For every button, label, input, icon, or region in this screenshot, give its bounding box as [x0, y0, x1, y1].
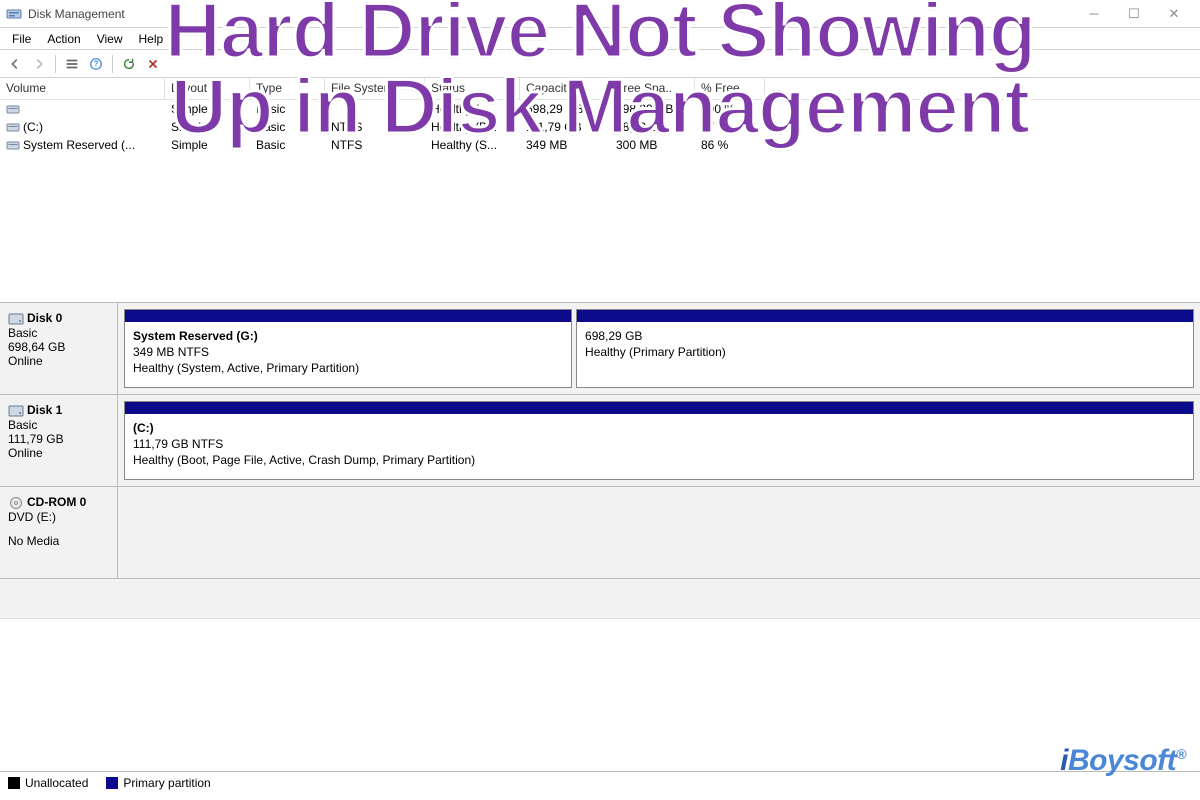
- col-volume[interactable]: Volume: [0, 78, 165, 99]
- menubar: File Action View Help: [0, 28, 1200, 50]
- close-button[interactable]: ✕: [1154, 2, 1194, 26]
- drive-icon: [6, 138, 20, 152]
- col-freespace[interactable]: Free Spa...: [610, 78, 695, 99]
- partition-container: (C:)111,79 GB NTFSHealthy (Boot, Page Fi…: [118, 395, 1200, 486]
- disk-label[interactable]: Disk 0Basic698,64 GBOnline: [0, 303, 118, 394]
- disk-row: Disk 0Basic698,64 GBOnlineSystem Reserve…: [0, 303, 1200, 395]
- partition-header-bar: [125, 402, 1193, 414]
- disk-row: CD-ROM 0DVD (E:)No Media: [0, 487, 1200, 579]
- partition-container: [118, 487, 1200, 578]
- menu-file[interactable]: File: [4, 30, 39, 48]
- maximize-button[interactable]: ☐: [1114, 2, 1154, 26]
- legend-unallocated: Unallocated: [8, 776, 88, 790]
- partition[interactable]: 698,29 GBHealthy (Primary Partition): [576, 309, 1194, 388]
- menu-action[interactable]: Action: [39, 30, 88, 48]
- partition[interactable]: System Reserved (G:)349 MB NTFSHealthy (…: [124, 309, 572, 388]
- legend-primary: Primary partition: [106, 776, 210, 790]
- toolbar-separator: [112, 55, 113, 73]
- volume-row[interactable]: System Reserved (...SimpleBasicNTFSHealt…: [0, 136, 1200, 154]
- refresh-icon[interactable]: [118, 53, 140, 75]
- disk-label[interactable]: Disk 1Basic111,79 GBOnline: [0, 395, 118, 486]
- back-icon[interactable]: [4, 53, 26, 75]
- minimize-button[interactable]: ─: [1074, 2, 1114, 26]
- drive-icon: [6, 120, 20, 134]
- svg-text:?: ?: [94, 59, 99, 68]
- disk-map: Disk 0Basic698,64 GBOnlineSystem Reserve…: [0, 303, 1200, 619]
- drive-icon: [6, 102, 20, 116]
- partition-header-bar: [125, 310, 571, 322]
- volume-list-header: Volume Layout Type File System Status Ca…: [0, 78, 1200, 100]
- window-title: Disk Management: [28, 7, 125, 21]
- volume-list[interactable]: Volume Layout Type File System Status Ca…: [0, 78, 1200, 303]
- col-filesystem[interactable]: File System: [325, 78, 425, 99]
- disk-row: Disk 1Basic111,79 GBOnline(C:)111,79 GB …: [0, 395, 1200, 487]
- titlebar: Disk Management ─ ☐ ✕: [0, 0, 1200, 28]
- disk-management-icon: [6, 6, 22, 22]
- toolbar-separator: [55, 55, 56, 73]
- toolbar: ?: [0, 50, 1200, 78]
- hdd-icon: [8, 312, 24, 326]
- menu-help[interactable]: Help: [131, 30, 172, 48]
- forward-icon[interactable]: [28, 53, 50, 75]
- col-capacity[interactable]: Capacity: [520, 78, 610, 99]
- partition[interactable]: (C:)111,79 GB NTFSHealthy (Boot, Page Fi…: [124, 401, 1194, 480]
- volume-row[interactable]: (C:)SimpleBasicNTFSHealthy (B...111,79 G…: [0, 118, 1200, 136]
- hdd-icon: [8, 404, 24, 418]
- volume-row[interactable]: SimpleBasicHealthy (...698,29 GB698,29 G…: [0, 100, 1200, 118]
- col-status[interactable]: Status: [425, 78, 520, 99]
- col-type[interactable]: Type: [250, 78, 325, 99]
- legend: Unallocated Primary partition: [0, 771, 1200, 794]
- menu-view[interactable]: View: [89, 30, 131, 48]
- list-icon[interactable]: [61, 53, 83, 75]
- cd-icon: [8, 496, 24, 510]
- delete-icon[interactable]: [142, 53, 164, 75]
- partition-header-bar: [577, 310, 1193, 322]
- partition-container: System Reserved (G:)349 MB NTFSHealthy (…: [118, 303, 1200, 394]
- col-pctfree[interactable]: % Free: [695, 78, 765, 99]
- empty-row: [0, 579, 1200, 619]
- window-controls: ─ ☐ ✕: [1074, 2, 1194, 26]
- disk-label[interactable]: CD-ROM 0DVD (E:)No Media: [0, 487, 118, 578]
- col-layout[interactable]: Layout: [165, 78, 250, 99]
- help-icon[interactable]: ?: [85, 53, 107, 75]
